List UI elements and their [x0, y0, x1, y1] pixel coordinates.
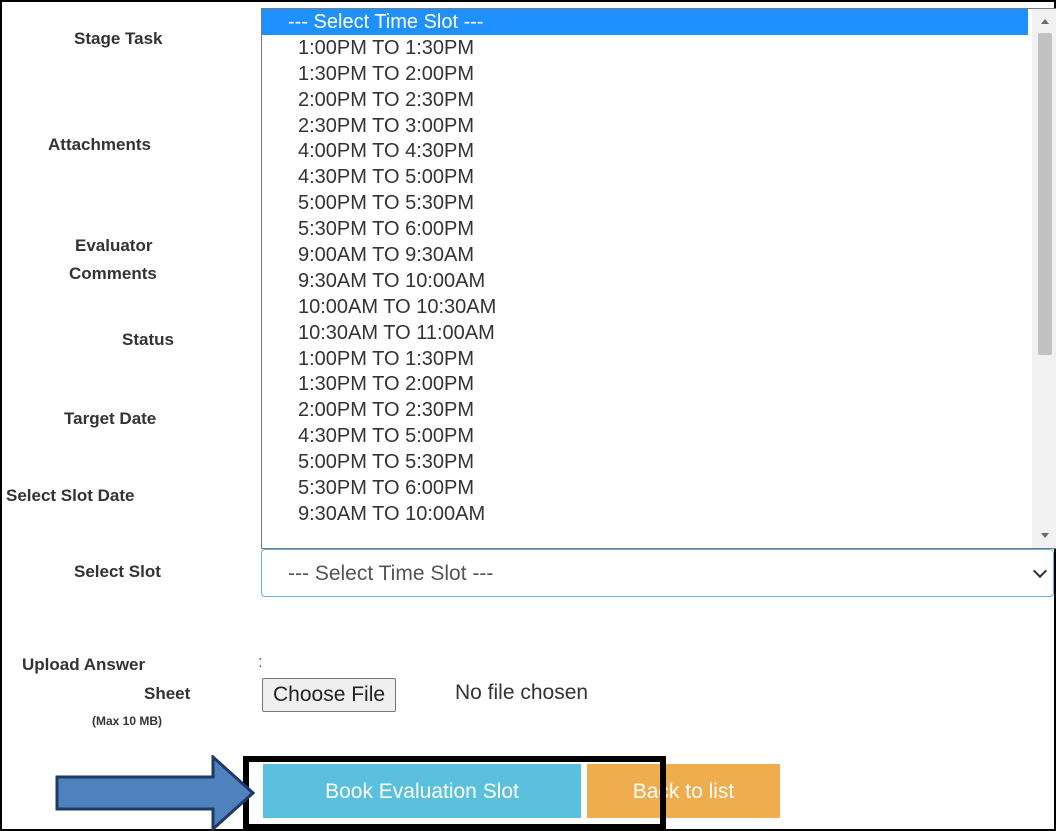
- label-max-size: (Max 10 MB): [92, 714, 163, 728]
- label-sheet: Sheet: [144, 684, 191, 703]
- time-slot-option[interactable]: 5:00PM TO 5:30PM: [262, 190, 1056, 216]
- label-evaluator: Evaluator: [75, 236, 153, 255]
- scrollbar-thumb[interactable]: [1038, 33, 1052, 355]
- scroll-up-arrow-icon[interactable]: [1041, 19, 1049, 24]
- label-select-slot-date: Select Slot Date: [6, 486, 135, 505]
- time-slot-option[interactable]: 5:30PM TO 6:00PM: [262, 475, 1056, 501]
- time-slot-option[interactable]: 9:30AM TO 10:00AM: [262, 501, 1056, 527]
- time-slot-option[interactable]: 2:00PM TO 2:30PM: [262, 87, 1056, 113]
- time-slot-option[interactable]: 1:30PM TO 2:00PM: [262, 371, 1056, 397]
- time-slot-option[interactable]: 10:30AM TO 11:00AM: [262, 320, 1056, 346]
- choose-file-button[interactable]: Choose File: [262, 678, 397, 712]
- chevron-down-icon: [1032, 563, 1048, 579]
- time-slot-option[interactable]: 2:30PM TO 3:00PM: [262, 113, 1056, 139]
- pointer-arrow-icon: [55, 755, 255, 831]
- time-slot-option[interactable]: 1:00PM TO 1:30PM: [262, 346, 1056, 372]
- label-attachments: Attachments: [48, 135, 151, 154]
- time-slot-option[interactable]: 5:00PM TO 5:30PM: [262, 449, 1056, 475]
- time-slot-option[interactable]: 4:00PM TO 4:30PM: [262, 138, 1056, 164]
- option-placeholder[interactable]: --- Select Time Slot ---: [262, 9, 1028, 35]
- time-slot-option[interactable]: 4:30PM TO 5:00PM: [262, 164, 1056, 190]
- time-slot-option[interactable]: 2:00PM TO 2:30PM: [262, 397, 1056, 423]
- select-slot-value: --- Select Time Slot ---: [288, 562, 494, 585]
- label-upload-answer: Upload Answer: [22, 655, 146, 674]
- label-stage-task: Stage Task: [74, 29, 163, 48]
- select-slot-dropdown[interactable]: --- Select Time Slot ---: [261, 549, 1054, 597]
- no-file-chosen-text: No file chosen: [455, 681, 589, 704]
- time-slot-option[interactable]: 9:00AM TO 9:30AM: [262, 242, 1056, 268]
- time-slot-options: --- Select Time Slot --- 1:00PM TO 1:30PM…: [262, 9, 1056, 527]
- time-slot-option[interactable]: 9:30AM TO 10:00AM: [262, 268, 1056, 294]
- upload-colon: :: [258, 652, 263, 671]
- label-comments: Comments: [69, 264, 157, 283]
- time-slot-option[interactable]: 10:00AM TO 10:30AM: [262, 294, 1056, 320]
- scroll-down-arrow-icon[interactable]: [1041, 533, 1049, 538]
- highlight-box: [243, 756, 666, 830]
- label-target-date: Target Date: [64, 409, 157, 428]
- time-slot-option[interactable]: 4:30PM TO 5:00PM: [262, 423, 1056, 449]
- time-slot-listbox[interactable]: --- Select Time Slot --- 1:00PM TO 1:30PM…: [261, 8, 1056, 549]
- label-status: Status: [122, 330, 174, 349]
- time-slot-option[interactable]: 1:30PM TO 2:00PM: [262, 61, 1056, 87]
- label-select-slot: Select Slot: [74, 562, 161, 581]
- time-slot-option[interactable]: 5:30PM TO 6:00PM: [262, 216, 1056, 242]
- time-slot-option[interactable]: 1:00PM TO 1:30PM: [262, 35, 1056, 61]
- listbox-scrollbar[interactable]: [1032, 9, 1056, 548]
